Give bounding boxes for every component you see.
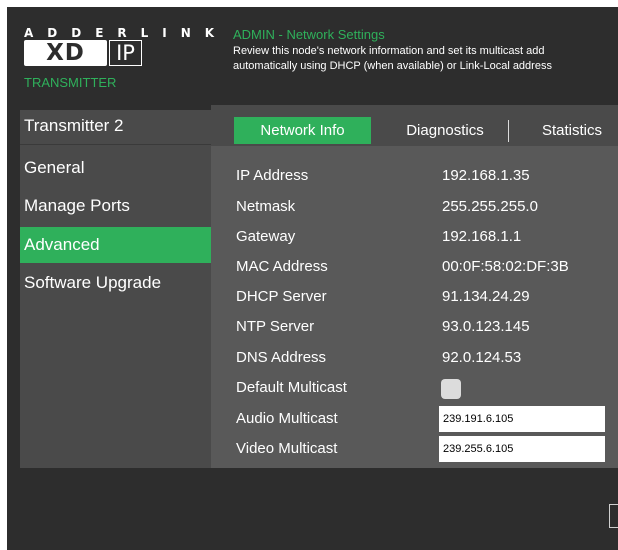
default-multicast-checkbox[interactable] bbox=[441, 379, 461, 399]
ntp-server-label: NTP Server bbox=[236, 318, 315, 335]
ntp-server-value: 93.0.123.145 bbox=[442, 318, 530, 335]
dns-address-label: DNS Address bbox=[236, 349, 327, 366]
node-name: Transmitter 2 bbox=[24, 116, 124, 135]
dhcp-server-label: DHCP Server bbox=[236, 288, 327, 305]
dns-address-row: DNS Address 92.0.124.53 bbox=[211, 343, 618, 373]
dhcp-server-value: 91.134.24.29 bbox=[442, 288, 530, 305]
logo-xd-badge: XD bbox=[24, 40, 107, 66]
sidebar-item-general[interactable]: General bbox=[20, 150, 211, 186]
adderlink-logo: ADDERLINK XD IP bbox=[24, 26, 229, 66]
netmask-value: 255.255.255.0 bbox=[442, 198, 538, 215]
ip-address-label: IP Address bbox=[236, 167, 309, 184]
sidebar: Transmitter 2 General Manage Ports Advan… bbox=[20, 110, 211, 468]
audio-multicast-input[interactable] bbox=[439, 406, 605, 432]
tab-separator bbox=[508, 120, 509, 142]
video-multicast-label: Video Multicast bbox=[236, 440, 338, 457]
network-info-panel: IP Address 192.168.1.35 Netmask 255.255.… bbox=[211, 146, 618, 468]
logo-wordmark: ADDERLINK bbox=[24, 26, 229, 40]
ip-address-row: IP Address 192.168.1.35 bbox=[211, 161, 618, 191]
sidebar-divider bbox=[20, 144, 211, 145]
tab-statistics[interactable]: Statistics bbox=[526, 117, 618, 144]
netmask-row: Netmask 255.255.255.0 bbox=[211, 192, 618, 222]
dns-address-value: 92.0.124.53 bbox=[442, 349, 522, 366]
ip-address-value: 192.168.1.35 bbox=[442, 167, 530, 184]
gateway-label: Gateway bbox=[236, 228, 296, 245]
page-description-line-2: automatically using DHCP (when available… bbox=[233, 60, 552, 72]
page-title: ADMIN - Network Settings bbox=[233, 27, 385, 42]
apply-button[interactable] bbox=[609, 504, 618, 528]
dhcp-server-row: DHCP Server 91.134.24.29 bbox=[211, 282, 618, 312]
app-window: ADDERLINK XD IP TRANSMITTER ADMIN - Netw… bbox=[7, 7, 618, 550]
mac-address-value: 00:0F:58:02:DF:3B bbox=[442, 258, 569, 275]
mac-address-label: MAC Address bbox=[236, 258, 328, 275]
default-multicast-label: Default Multicast bbox=[236, 379, 347, 396]
gateway-value: 192.168.1.1 bbox=[442, 228, 522, 245]
video-multicast-input[interactable] bbox=[439, 436, 605, 462]
video-multicast-row: Video Multicast bbox=[211, 434, 618, 464]
sidebar-item-manage-ports[interactable]: Manage Ports bbox=[20, 188, 211, 224]
audio-multicast-label: Audio Multicast bbox=[236, 410, 338, 427]
ntp-server-row: NTP Server 93.0.123.145 bbox=[211, 312, 618, 342]
tab-diagnostics[interactable]: Diagnostics bbox=[385, 117, 505, 144]
logo-ip-badge: IP bbox=[109, 40, 142, 66]
page-description-line-1: Review this node's network information a… bbox=[233, 45, 545, 57]
sidebar-item-advanced[interactable]: Advanced bbox=[20, 227, 211, 263]
tab-bar: Network Info Diagnostics Statistics bbox=[211, 105, 618, 146]
device-type-label: TRANSMITTER bbox=[24, 75, 117, 90]
logo-xd-text: XD bbox=[46, 40, 85, 66]
sidebar-item-software-upgrade[interactable]: Software Upgrade bbox=[20, 265, 211, 301]
gateway-row: Gateway 192.168.1.1 bbox=[211, 222, 618, 252]
audio-multicast-row: Audio Multicast bbox=[211, 404, 618, 434]
mac-address-row: MAC Address 00:0F:58:02:DF:3B bbox=[211, 252, 618, 282]
default-multicast-row: Default Multicast bbox=[211, 373, 618, 403]
tab-network-info[interactable]: Network Info bbox=[234, 117, 371, 144]
netmask-label: Netmask bbox=[236, 198, 296, 215]
